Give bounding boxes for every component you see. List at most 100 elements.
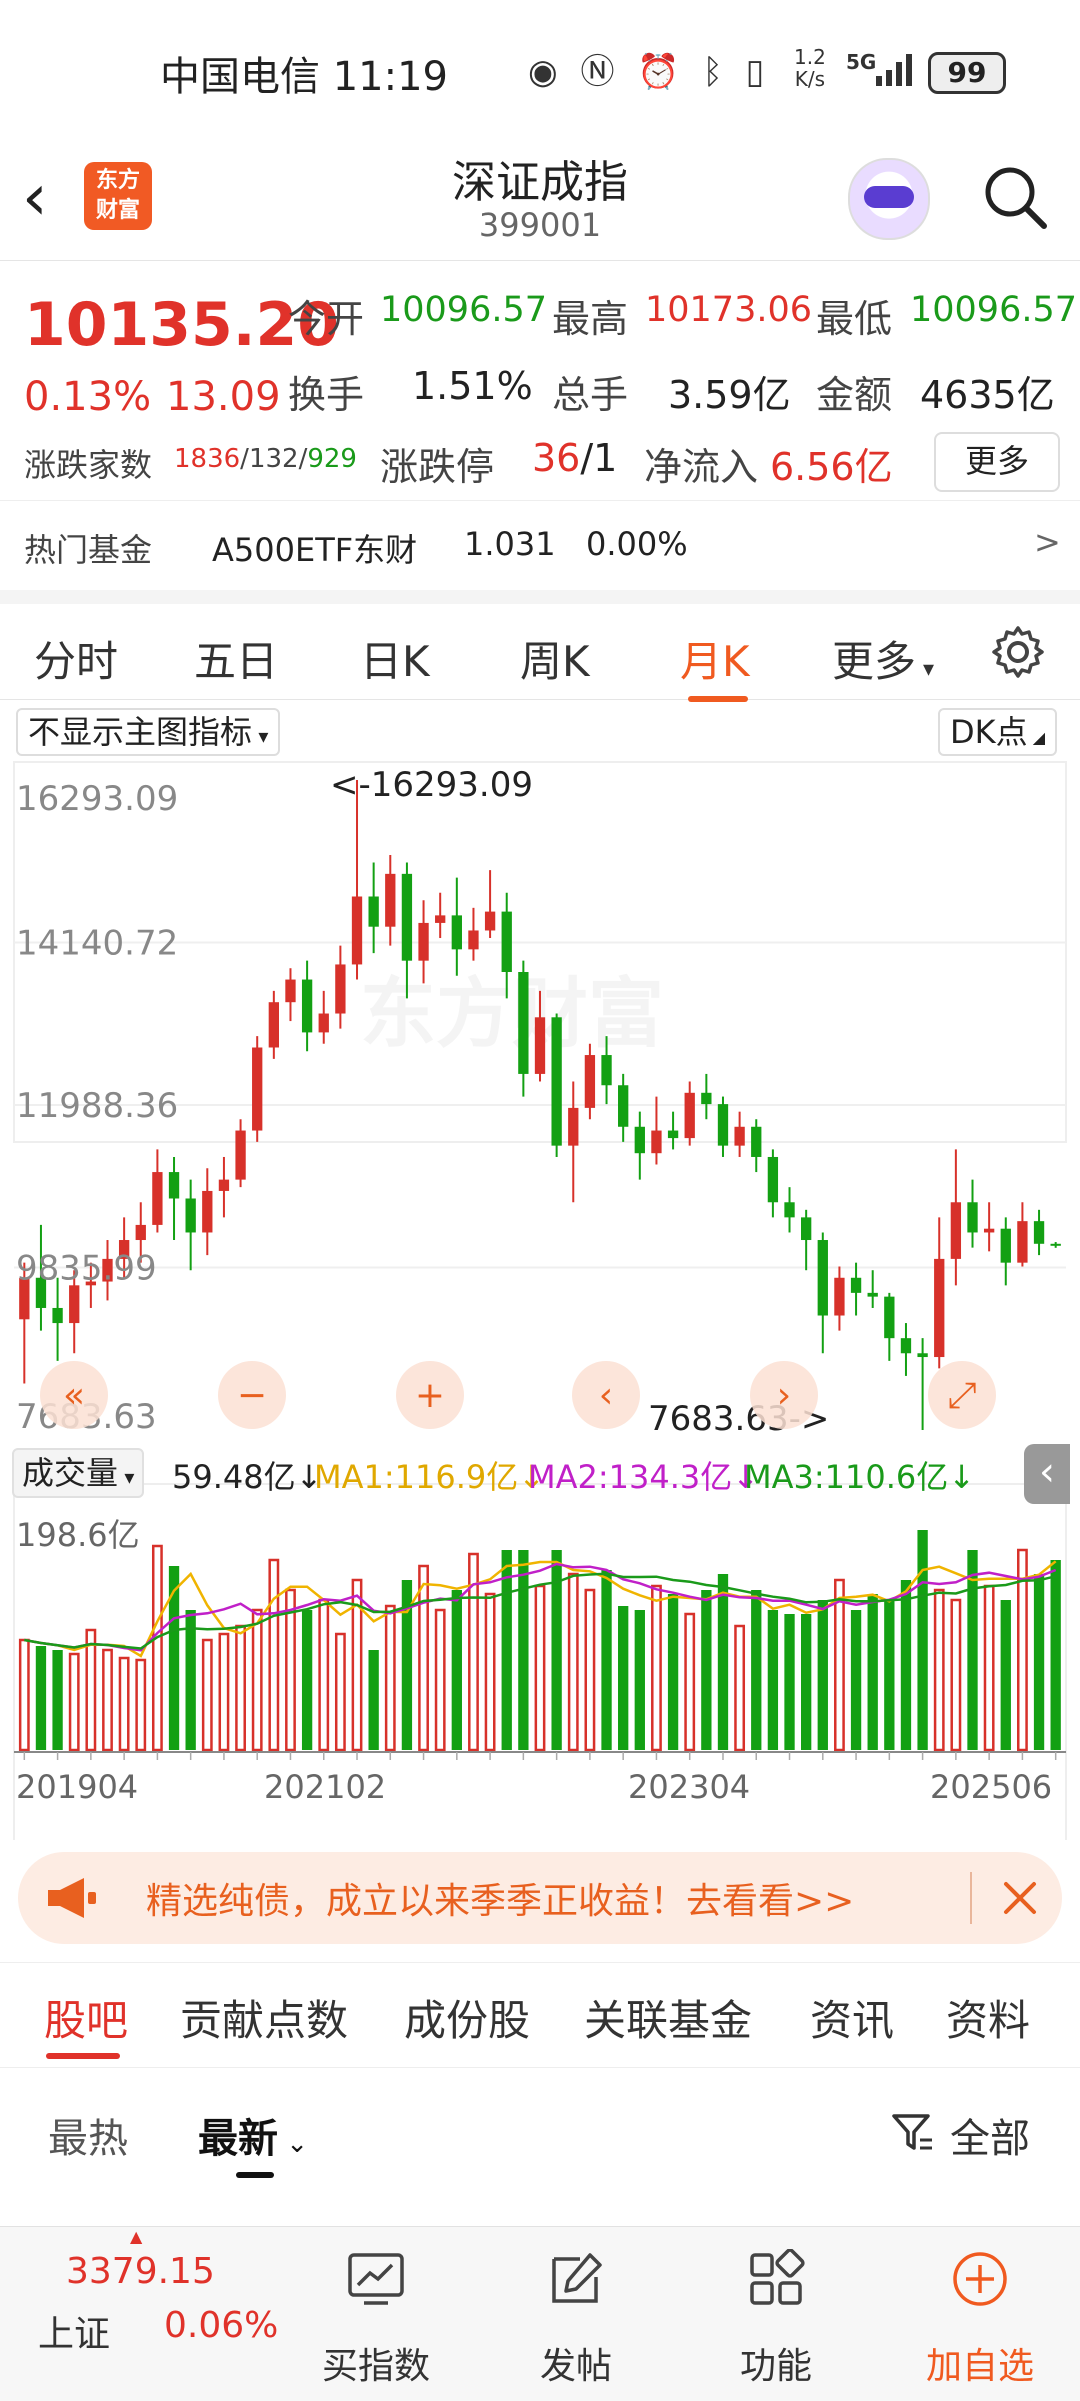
volume-bar <box>484 1592 496 1752</box>
tab-guba[interactable]: 股吧 <box>44 1987 128 2048</box>
x-axis-ticks: 201904 202102 202304 202506 <box>16 1752 1057 1806</box>
collapse-panel-icon[interactable]: ‹ <box>1024 1444 1070 1504</box>
candle-body <box>917 1353 928 1358</box>
volume-bar <box>767 1610 779 1750</box>
filter-icon[interactable] <box>890 2110 934 2154</box>
assistant-robot-icon[interactable] <box>848 158 930 240</box>
vibrate-icon: ▯ <box>745 52 771 92</box>
volume-bar <box>168 1566 180 1750</box>
tab-intraday[interactable]: 分时 <box>34 628 118 689</box>
volume-bar <box>667 1594 679 1750</box>
volume-bar <box>834 1578 845 1752</box>
volume-bar <box>734 1624 746 1752</box>
candle-body <box>784 1202 795 1218</box>
x-tick-label: 202102 <box>264 1768 386 1806</box>
volume-bar <box>185 1610 196 1750</box>
volume-bar <box>18 1638 30 1752</box>
chevron-down-icon: ⌄ <box>278 2129 309 2159</box>
volume-bar <box>35 1646 47 1750</box>
tab-daily-k[interactable]: 日K <box>360 628 430 689</box>
search-icon[interactable] <box>980 162 1050 232</box>
index-value: 3379.15 <box>66 2251 215 2292</box>
hot-fund-name: A500ETF东财 <box>212 531 418 569</box>
volume-bar <box>334 1632 346 1752</box>
plus-circle-icon <box>953 2252 1007 2306</box>
tab-constituents[interactable]: 成份股 <box>404 1987 530 2048</box>
nav-buy-index[interactable]: 买指数 <box>286 2227 466 2401</box>
candle-body <box>401 873 413 961</box>
candle-body <box>1017 1221 1028 1263</box>
tab-related-funds[interactable]: 关联基金 <box>584 1987 752 2048</box>
volume-bar <box>634 1610 645 1750</box>
candle-body <box>834 1277 845 1316</box>
settings-gear-icon[interactable] <box>990 624 1046 680</box>
bluetooth-icon: ᛒ <box>702 52 729 92</box>
caret-up-icon: ▲ <box>130 2227 143 2246</box>
amount-value: 4635亿 <box>920 373 1055 417</box>
y-tick-label: 11988.36 <box>16 1086 178 1126</box>
tab-contribution[interactable]: 贡献点数 <box>180 1987 348 2048</box>
candle-body <box>218 1179 230 1191</box>
candle-body <box>418 922 429 961</box>
alarm-icon: ⏰ <box>637 52 686 92</box>
volume-bar <box>1050 1560 1061 1750</box>
tab-profile[interactable]: 资料 <box>946 1987 1030 2048</box>
candle-body <box>850 1277 862 1293</box>
index-ticker[interactable]: ▲ 3379.15 上证 0.06% <box>0 2227 290 2401</box>
sort-active-indicator <box>236 2172 274 2178</box>
nav-functions[interactable]: 功能 <box>686 2227 866 2401</box>
volume-bar <box>52 1650 63 1750</box>
volume-bar <box>601 1570 612 1750</box>
volume-bar <box>817 1600 828 1750</box>
candle-body <box>152 1172 163 1225</box>
sort-hot[interactable]: 最热 <box>48 2106 128 2164</box>
volume-bar <box>950 1598 962 1752</box>
volume-bar <box>884 1600 895 1750</box>
volume-max-label: 198.6亿 <box>16 1516 140 1554</box>
volume-value: 3.59亿 <box>668 373 791 417</box>
chart-nav-glyph: ⤢ <box>948 1375 977 1416</box>
kline-chart[interactable]: 东方财富 16293.0914140.7211988.369835.997683… <box>0 700 1080 1840</box>
volume-bar <box>434 1608 446 1752</box>
candle-body <box>435 915 446 923</box>
volume-bar <box>701 1590 712 1750</box>
tab-monthly-k[interactable]: 月K <box>680 628 750 689</box>
candle-body <box>368 896 379 927</box>
high-value: 10173.06 <box>645 290 813 330</box>
quote-panel: 10135.20 0.13% 13.09 今开 10096.57 最高 1017… <box>0 260 1080 590</box>
candle-body <box>518 971 529 1074</box>
candle-body <box>717 1104 729 1146</box>
nav-add-watchlist[interactable]: 加自选 <box>890 2227 1070 2401</box>
volume-bar <box>235 1624 246 1752</box>
tab-news[interactable]: 资讯 <box>810 1987 894 2048</box>
candle-body <box>584 1055 596 1108</box>
candle-body <box>351 896 363 965</box>
dec-count: 929 <box>307 444 357 474</box>
y-tick-label: 9835.99 <box>16 1249 157 1289</box>
hot-fund-row[interactable]: 热门基金 A500ETF东财 1.031 0.00% > <box>0 500 1080 591</box>
sort-newest[interactable]: 最新 ⌄ <box>198 2106 308 2164</box>
nav-post[interactable]: 发帖 <box>486 2227 666 2401</box>
more-button[interactable]: 更多 <box>934 432 1060 492</box>
tab-five-day[interactable]: 五日 <box>194 628 278 689</box>
volume-bar <box>618 1606 629 1750</box>
open-label: 今开 <box>288 297 365 341</box>
close-icon[interactable] <box>1002 1880 1038 1916</box>
net-speed: 1.2 K/s <box>794 46 826 90</box>
filter-all[interactable]: 全部 <box>950 2106 1030 2164</box>
separator: / <box>580 436 594 480</box>
adv-dec-label: 涨跌家数 <box>24 446 153 484</box>
volume-bar <box>850 1610 862 1750</box>
bottom-nav: ▲ 3379.15 上证 0.06% 买指数 发帖 功能 加自选 <box>0 2226 1080 2401</box>
hot-fund-label: 热门基金 <box>24 531 153 569</box>
volume-bar <box>784 1614 795 1750</box>
caret-down-icon: ▾ <box>118 1465 135 1489</box>
promo-banner[interactable]: 精选纯债，成立以来季季正收益！去看看>> <box>18 1852 1062 1944</box>
volume-dropdown[interactable]: 成交量 ▾ <box>12 1448 145 1498</box>
tab-more[interactable]: 更多 ▾ <box>832 628 934 689</box>
volume-bar <box>218 1632 230 1752</box>
caret-down-icon: ▾ <box>916 657 935 682</box>
candle-body <box>1050 1243 1061 1246</box>
volume-bar <box>917 1530 928 1750</box>
tab-weekly-k[interactable]: 周K <box>520 628 590 689</box>
